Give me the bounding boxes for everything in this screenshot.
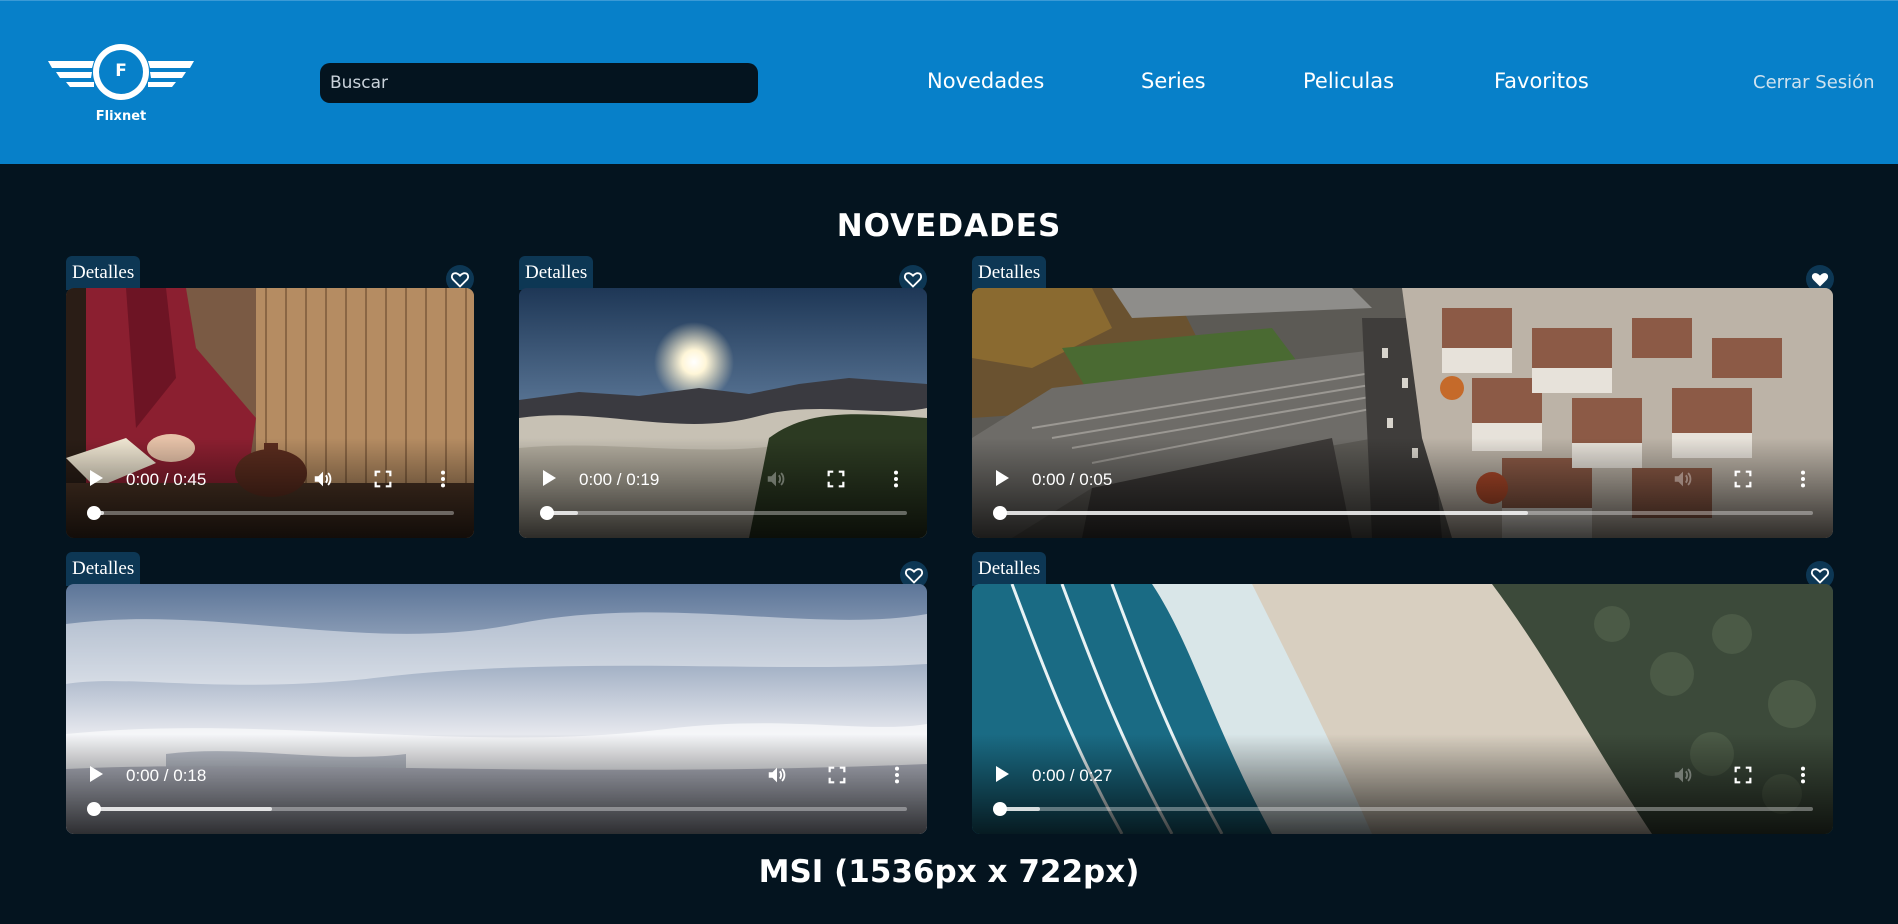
top-header: F Flixnet Novedades Series Peliculas Fav… xyxy=(0,0,1898,164)
logout-link[interactable]: Cerrar Sesión xyxy=(1753,72,1875,93)
heart-icon xyxy=(904,565,924,585)
heart-icon xyxy=(450,269,470,289)
more-icon[interactable] xyxy=(1792,468,1814,490)
video-player[interactable]: 0:00 / 0:05 xyxy=(972,288,1833,538)
video-player[interactable]: 0:00 / 0:19 xyxy=(519,288,927,538)
progress-track[interactable] xyxy=(87,506,454,520)
heart-filled-icon xyxy=(1810,269,1830,289)
progress-thumb[interactable] xyxy=(540,506,554,520)
progress-thumb[interactable] xyxy=(993,802,1007,816)
section-title: NOVEDADES xyxy=(836,208,1062,244)
footer-caption: MSI (1536px x 722px) xyxy=(758,854,1140,890)
progress-track[interactable] xyxy=(87,802,907,816)
search-input[interactable] xyxy=(320,63,758,103)
buffered-bar xyxy=(999,511,1529,515)
heart-icon xyxy=(903,269,923,289)
more-icon[interactable] xyxy=(432,468,454,490)
nav-item-novedades[interactable]: Novedades xyxy=(927,69,1044,93)
details-button[interactable]: Detalles xyxy=(66,256,141,290)
volume-icon[interactable] xyxy=(1672,764,1694,786)
video-player[interactable]: 0:00 / 0:27 xyxy=(972,584,1833,834)
play-icon[interactable] xyxy=(90,766,103,782)
logo-letter: F xyxy=(115,61,127,81)
fullscreen-icon[interactable] xyxy=(372,468,394,490)
progress-track[interactable] xyxy=(993,506,1813,520)
video-card: Detalles 0:00 / 0:18 xyxy=(66,552,928,836)
nav-item-series[interactable]: Series xyxy=(1141,69,1206,93)
video-card: Detalles 0:00 / 0:45 xyxy=(66,256,474,540)
video-card: Detalles 0:00 / 0:19 xyxy=(519,256,927,540)
buffered-bar xyxy=(93,807,273,811)
fullscreen-icon[interactable] xyxy=(826,764,848,786)
progress-thumb[interactable] xyxy=(87,506,101,520)
volume-icon[interactable] xyxy=(765,468,787,490)
volume-icon[interactable] xyxy=(312,468,334,490)
video-card: Detalles 0:00 / 0:05 xyxy=(972,256,1834,540)
play-icon[interactable] xyxy=(543,470,556,486)
video-time: 0:00 / 0:45 xyxy=(126,470,207,489)
progress-track[interactable] xyxy=(993,802,1813,816)
progress-thumb[interactable] xyxy=(993,506,1007,520)
progress-track[interactable] xyxy=(540,506,907,520)
video-card: Detalles 0:00 / 0:27 xyxy=(972,552,1834,836)
details-button[interactable]: Detalles xyxy=(972,256,1047,290)
play-icon[interactable] xyxy=(996,470,1009,486)
more-icon[interactable] xyxy=(886,764,908,786)
video-player[interactable]: 0:00 / 0:18 xyxy=(66,584,927,834)
fullscreen-icon[interactable] xyxy=(1732,468,1754,490)
details-button[interactable]: Detalles xyxy=(66,552,141,586)
play-icon[interactable] xyxy=(996,766,1009,782)
volume-icon[interactable] xyxy=(1672,468,1694,490)
video-time: 0:00 / 0:19 xyxy=(579,470,660,489)
fullscreen-icon[interactable] xyxy=(825,468,847,490)
play-icon[interactable] xyxy=(90,470,103,486)
video-time: 0:00 / 0:27 xyxy=(1032,766,1113,785)
flixnet-logo[interactable]: F Flixnet xyxy=(48,41,194,127)
details-button[interactable]: Detalles xyxy=(972,552,1047,586)
video-player[interactable]: 0:00 / 0:45 xyxy=(66,288,474,538)
nav-item-peliculas[interactable]: Peliculas xyxy=(1303,69,1394,93)
heart-icon xyxy=(1810,565,1830,585)
video-time: 0:00 / 0:05 xyxy=(1032,470,1113,489)
more-icon[interactable] xyxy=(885,468,907,490)
video-time: 0:00 / 0:18 xyxy=(126,766,207,785)
nav-item-favoritos[interactable]: Favoritos xyxy=(1494,69,1589,93)
volume-icon[interactable] xyxy=(766,764,788,786)
fullscreen-icon[interactable] xyxy=(1732,764,1754,786)
more-icon[interactable] xyxy=(1792,764,1814,786)
details-button[interactable]: Detalles xyxy=(519,256,594,290)
app-name: Flixnet xyxy=(95,109,147,124)
progress-thumb[interactable] xyxy=(87,802,101,816)
